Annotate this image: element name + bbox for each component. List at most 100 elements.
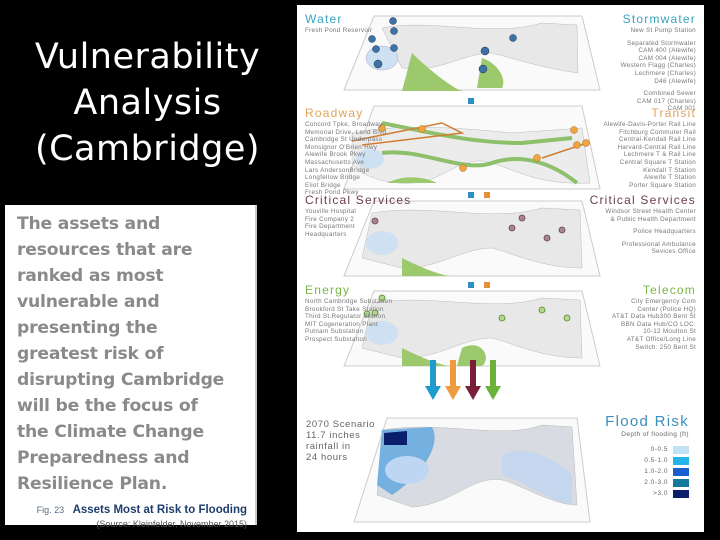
layer-connector-marker — [468, 282, 474, 288]
scenario-line: rainfall in — [306, 441, 351, 452]
asset-marker — [543, 234, 551, 242]
scenario-line: 2070 Scenario — [306, 419, 376, 430]
layer-list-water: Fresh Pond Reservoir — [305, 27, 372, 35]
body-line: will be the focus of — [17, 396, 198, 416]
scenario-line: 24 hours — [306, 452, 348, 463]
body-line: resources that are — [17, 240, 193, 260]
flood-legend-entry: 1.0-2.0 — [644, 467, 689, 476]
body-line: The assets and — [17, 214, 161, 234]
flood-legend-entry: >3.0 — [653, 489, 689, 498]
body-line: presenting the — [17, 318, 158, 338]
layer-item: Lechmere T & Rail Line — [623, 151, 696, 159]
layer-item: City Emergency Com — [631, 298, 696, 305]
layer-item: Lars AndersonBridge — [305, 166, 370, 174]
layer-item: BBN Data Hub/CO LOC: — [621, 320, 696, 328]
asset-marker — [518, 214, 526, 222]
layer-item: Alewife-Davis-Porter Rail Line — [603, 121, 696, 128]
layer-list-critical-services-right: Windsor Street Health Center & Public He… — [605, 208, 696, 256]
layer-item: Harvard-Central Rail Line — [617, 143, 696, 151]
layer-item: AT&T Data Hub300 Bent St — [612, 313, 696, 321]
body-line: disrupting Cambridge — [17, 370, 225, 390]
layer-item: Fire Company 2 — [305, 215, 354, 223]
layer-item: Youville Hospital — [305, 208, 357, 215]
asset-marker — [371, 217, 379, 225]
layer-list-stormwater: New St Pump Station Separated Stormwater… — [621, 27, 696, 113]
layer-list-telecom: City Emergency Com Center (Police HQ) AT… — [612, 298, 696, 351]
asset-marker — [538, 306, 546, 314]
layer-heading-water: Water — [305, 12, 343, 26]
legend-label: 0.5-1.0 — [644, 457, 668, 464]
layer-item: Longfellow Bridge — [305, 174, 361, 182]
layer-connector-marker — [484, 282, 490, 288]
figure-number: Fig. 23 — [36, 505, 65, 515]
asset-marker — [368, 35, 376, 43]
layer-connector-marker — [468, 192, 474, 198]
layer-item: Windsor Street Health Center — [605, 208, 696, 215]
legend-swatch — [673, 445, 689, 454]
legend-swatch — [673, 467, 689, 476]
layer-connector-marker — [468, 98, 474, 104]
asset-marker — [418, 125, 426, 133]
scenario-line: 11.7 inches — [306, 430, 361, 441]
layer-item: CAM 017 (Charles) — [637, 97, 696, 105]
body-line: ranked as most — [17, 266, 164, 286]
flood-legend-entry: 0-0.5 — [651, 445, 689, 454]
layer-list-critical-services-left: Youville Hospital Fire Company 2 Fire De… — [305, 208, 356, 238]
legend-label: 0-0.5 — [650, 446, 668, 453]
layer-item: Central Square T Station — [619, 158, 696, 166]
layer-item: Porter Square Station — [629, 181, 696, 189]
layer-heading-transit: Transit — [651, 106, 696, 120]
text-panel: The assets and resources that are ranked… — [5, 205, 257, 529]
layer-item: Alewife Brook Pkwy — [305, 151, 366, 159]
layer-item: Massachusetts Ave — [305, 158, 365, 166]
asset-marker — [389, 17, 397, 25]
asset-marker — [563, 314, 571, 322]
asset-marker — [509, 34, 517, 42]
arrow-down-maroon-icon — [465, 360, 481, 400]
arrow-down-blue-icon — [425, 360, 441, 400]
legend-label: 1.0-2.0 — [644, 468, 668, 475]
layer-item: North Cambridge Substation — [305, 298, 393, 305]
arrow-down-green-icon — [485, 360, 501, 400]
layer-item: Switch: 250 Bent St — [635, 343, 696, 351]
figure-source: (Source: Kleinfelder, November 2015) — [96, 519, 247, 529]
body-line: greatest risk of — [17, 344, 164, 364]
asset-marker — [508, 224, 516, 232]
asset-marker — [480, 46, 490, 56]
legend-swatch — [673, 489, 689, 498]
layer-item: Putnam Substation — [305, 328, 364, 336]
layer-item: CAM 400 (Alewife) — [638, 47, 696, 55]
asset-marker — [478, 64, 488, 74]
layer-connector-marker — [484, 192, 490, 198]
layer-item: MIT Cogeneration Plant — [305, 320, 378, 328]
asset-marker — [372, 45, 380, 53]
flood-legend-title: Flood Risk — [605, 413, 689, 430]
legend-label: 2.0-3.0 — [644, 479, 668, 486]
layer-item: Police Headquarters — [633, 228, 696, 236]
down-arrows — [425, 360, 525, 402]
asset-marker — [533, 154, 541, 162]
body-line: Preparedness and — [17, 448, 190, 468]
asset-marker — [373, 59, 383, 69]
asset-marker — [498, 314, 506, 322]
layer-item: Central-Kendall Rail Line — [618, 136, 696, 144]
layer-item: Lechmere (Charles) — [634, 69, 696, 77]
asset-marker — [570, 126, 578, 134]
asset-marker — [573, 141, 581, 149]
layer-item: Professional Ambulance — [621, 240, 696, 248]
layer-item: Kendall T Station — [643, 166, 696, 174]
slide-title: Vulnerability Analysis (Cambridge) — [0, 0, 295, 200]
layer-heading-stormwater: Stormwater — [622, 12, 696, 26]
legend-swatch — [673, 478, 689, 487]
map-plate-flood-risk — [353, 417, 591, 523]
map-plate-water — [343, 15, 601, 91]
legend-swatch — [673, 456, 689, 465]
layer-item: D46 (Alewife) — [654, 77, 696, 85]
layer-item: Memorial Drive, Land Blvd — [305, 128, 387, 136]
layer-item: Center (Police HQ) — [637, 305, 696, 313]
asset-marker — [390, 27, 398, 35]
title-line: Vulnerability — [34, 37, 261, 77]
body-line: vulnerable and — [17, 292, 160, 312]
title-line: (Cambridge) — [34, 129, 261, 169]
asset-marker — [582, 139, 590, 147]
